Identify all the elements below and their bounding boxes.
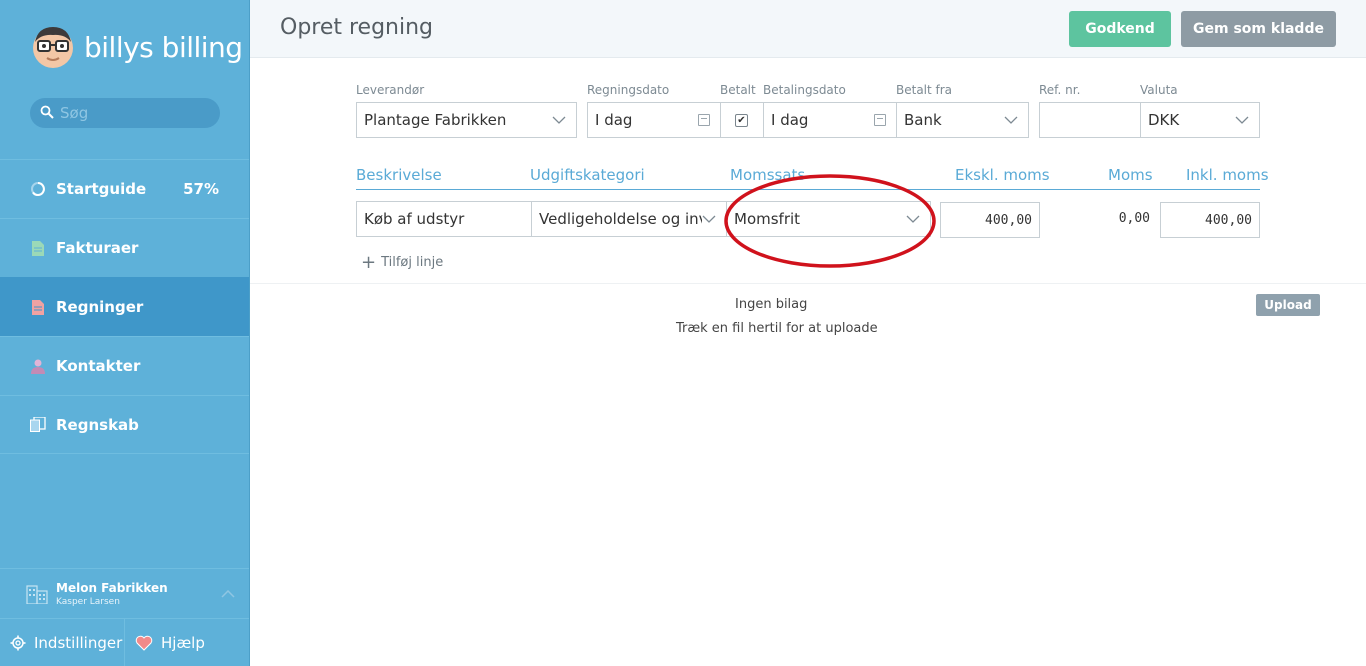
nav-item-kontakter[interactable]: Kontakter xyxy=(0,336,249,395)
excl-vat-value: 400,00 xyxy=(985,212,1032,228)
nav-item-fakturaer[interactable]: Fakturaer xyxy=(0,218,249,277)
building-icon xyxy=(26,584,48,604)
nav-label: Regninger xyxy=(56,298,144,316)
excl-vat-input[interactable]: 400,00 xyxy=(940,202,1040,238)
ref-number-field[interactable] xyxy=(1039,102,1141,138)
currency-label: Valuta xyxy=(1140,83,1178,97)
attachment-dropzone[interactable] xyxy=(250,283,1366,666)
paid-checkbox[interactable]: ✔ xyxy=(735,114,748,127)
nav-item-startguide[interactable]: Startguide 57% xyxy=(0,159,249,218)
chevron-down-icon xyxy=(702,212,716,226)
logo[interactable]: billys billing xyxy=(30,22,243,72)
calendar-icon xyxy=(698,114,710,126)
paid-from-label: Betalt fra xyxy=(896,83,953,97)
col-vat: Moms xyxy=(1108,166,1153,184)
bill-date-field[interactable]: I dag xyxy=(587,102,721,138)
bill-doc-icon xyxy=(30,299,46,315)
save-draft-button[interactable]: Gem som kladde xyxy=(1181,11,1336,47)
header-divider xyxy=(356,189,1260,190)
col-description: Beskrivelse xyxy=(356,166,442,184)
search-input[interactable] xyxy=(60,104,210,122)
calendar-icon xyxy=(874,114,886,126)
paid-from-value: Bank xyxy=(904,111,942,129)
category-select[interactable]: Vedligeholdelse og inve xyxy=(531,201,727,237)
nav-label: Startguide xyxy=(56,180,147,198)
add-line-button[interactable]: + Tilføj linje xyxy=(361,252,443,273)
no-attachments-text: Ingen bilag xyxy=(735,297,808,312)
pay-date-value: I dag xyxy=(771,111,809,129)
paid-checkbox-cell[interactable]: ✔ xyxy=(720,102,764,138)
col-excl-vat: Ekskl. moms xyxy=(955,166,1050,184)
chevron-down-icon xyxy=(1235,116,1249,124)
add-line-label: Tilføj linje xyxy=(381,255,444,270)
paid-from-select[interactable]: Bank xyxy=(896,102,1029,138)
nav-label: Fakturaer xyxy=(56,239,139,257)
incl-vat-input[interactable]: 400,00 xyxy=(1160,202,1260,238)
bill-date-value: I dag xyxy=(595,111,633,129)
company-name: Melon Fabrikken xyxy=(56,580,168,595)
paid-label: Betalt xyxy=(720,83,756,97)
sidebar: billys billing Startguide 57% Fakturaer … xyxy=(0,0,250,666)
logo-text: billys billing xyxy=(84,30,243,64)
approve-button[interactable]: Godkend xyxy=(1069,11,1171,47)
ref-label: Ref. nr. xyxy=(1039,83,1081,97)
nav-item-regnskab[interactable]: Regnskab xyxy=(0,395,249,454)
nav-label: Regnskab xyxy=(56,415,139,434)
search-box[interactable] xyxy=(30,98,220,128)
settings-label: Indstillinger xyxy=(34,634,123,652)
help-label: Hjælp xyxy=(161,634,205,652)
description-value: Køb af udstyr xyxy=(364,210,465,228)
ledger-icon xyxy=(30,417,46,433)
supplier-value: Plantage Fabrikken xyxy=(364,111,507,129)
drag-hint-text: Træk en fil hertil for at uploade xyxy=(676,321,878,336)
chevron-up-icon xyxy=(221,587,235,601)
upload-button[interactable]: Upload xyxy=(1256,294,1320,316)
currency-value: DKK xyxy=(1148,111,1180,129)
help-button[interactable]: Hjælp xyxy=(125,619,205,666)
company-switcher[interactable]: Melon Fabrikken Kasper Larsen xyxy=(0,568,249,618)
page-title: Opret regning xyxy=(280,15,434,40)
pay-date-field[interactable]: I dag xyxy=(763,102,897,138)
supplier-label: Leverandør xyxy=(356,83,425,97)
nav-item-regninger[interactable]: Regninger xyxy=(0,277,249,336)
chevron-down-icon xyxy=(906,215,920,223)
description-input[interactable]: Køb af udstyr xyxy=(356,201,532,237)
incl-vat-value: 400,00 xyxy=(1205,212,1252,228)
col-vat-rate: Momssats xyxy=(730,166,806,184)
currency-select[interactable]: DKK xyxy=(1140,102,1260,138)
chevron-down-icon xyxy=(1004,116,1018,124)
sidebar-footer: Indstillinger Hjælp xyxy=(0,618,249,666)
progress-percent: 57% xyxy=(183,180,219,198)
chevron-down-icon xyxy=(552,116,566,124)
company-user: Kasper Larsen xyxy=(56,596,120,607)
vat-amount: 0,00 xyxy=(1118,211,1150,226)
col-incl-vat: Inkl. moms xyxy=(1186,166,1269,184)
vat-rate-value: Momsfrit xyxy=(734,210,801,228)
page-header: Opret regning Godkend Gem som kladde xyxy=(250,0,1366,58)
billy-face-icon xyxy=(30,24,76,70)
col-category: Udgiftskategori xyxy=(530,166,645,184)
gear-icon xyxy=(10,635,26,651)
supplier-select[interactable]: Plantage Fabrikken xyxy=(356,102,577,138)
main-nav: Startguide 57% Fakturaer Regninger Konta… xyxy=(0,159,249,454)
plus-icon: + xyxy=(361,252,377,273)
person-icon xyxy=(30,358,46,374)
invoice-doc-icon xyxy=(30,240,46,256)
vat-rate-select[interactable]: Momsfrit xyxy=(726,201,931,237)
search-icon xyxy=(40,104,54,123)
heart-icon xyxy=(135,635,153,651)
progress-ring-icon xyxy=(30,181,46,197)
nav-label: Kontakter xyxy=(56,357,141,375)
bill-date-label: Regningsdato xyxy=(587,83,670,97)
settings-button[interactable]: Indstillinger xyxy=(0,619,125,666)
category-value: Vedligeholdelse og inve xyxy=(539,210,717,228)
pay-date-label: Betalingsdato xyxy=(763,83,846,97)
